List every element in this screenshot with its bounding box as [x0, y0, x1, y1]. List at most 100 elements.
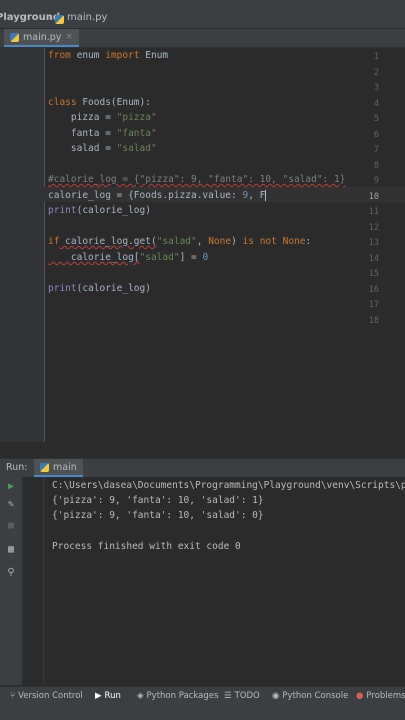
line-number: 16	[368, 285, 379, 295]
code-editor[interactable]: 1 2 3 4 5 6 7 8 9 10 11 12 13 14 15 16 1…	[0, 48, 405, 442]
code-text: :	[305, 236, 312, 247]
python-file-icon	[10, 32, 19, 42]
run-button-label: Run	[104, 691, 121, 701]
pin-icon[interactable]: ⚲	[5, 567, 17, 579]
tool-window-bar: ⑂ Version Control ▶ Run ◈ Python Packages ☰…	[0, 686, 405, 707]
line-number-gutter	[0, 48, 45, 442]
string-literal: "salad"	[116, 143, 157, 154]
code-line-7[interactable]: salad = "salad"	[48, 143, 157, 154]
console-toolbar: ↑ ↓ ≡ ⇊ ⎙ 🗑	[23, 477, 63, 685]
run-button[interactable]: ▶ Run	[95, 691, 121, 701]
line-number: 14	[368, 254, 379, 264]
line-number: 6	[373, 130, 379, 140]
code-text: )	[231, 236, 243, 247]
list-icon: ☰	[224, 691, 232, 701]
line-number-current: 10	[368, 192, 379, 202]
play-icon: ▶	[95, 691, 102, 701]
code-line-4[interactable]: class Foods(Enum):	[48, 97, 151, 108]
line-number: 9	[373, 176, 379, 186]
todo-label: TODO	[234, 691, 260, 701]
problems-icon: ●	[356, 691, 364, 701]
python-packages-button[interactable]: ◈ Python Packages	[137, 691, 218, 701]
string-literal: "fanta"	[116, 128, 157, 139]
code-line-6[interactable]: fanta = "fanta"	[48, 128, 157, 139]
string-literal: "pizza"	[116, 112, 157, 123]
problems-button[interactable]: ● Problems	[356, 691, 405, 701]
run-tool-window-header: Run: main	[0, 458, 405, 477]
comment: #calorie_log = {"pizza": 9, "fanta": 10,…	[48, 174, 346, 185]
builtin-print: print	[48, 283, 77, 294]
code-line-9[interactable]: #calorie_log = {"pizza": 9, "fanta": 10,…	[48, 174, 345, 185]
code-text: , F	[248, 190, 266, 201]
code-text: ,	[196, 236, 209, 247]
tab-main-py[interactable]: main.py ×	[4, 29, 79, 47]
wrench-icon[interactable]: ✎	[5, 499, 17, 511]
console-line-exit: Process finished with exit code 0	[52, 541, 241, 552]
version-control-label: Version Control	[18, 691, 83, 701]
code-line-5[interactable]: pizza = "pizza"	[48, 112, 157, 123]
navigation-bar: Playground › main.py	[0, 11, 405, 29]
code-line-1[interactable]: from enum import Enum	[48, 50, 168, 61]
keyword-none: None	[208, 236, 232, 247]
line-number: 4	[373, 99, 379, 109]
code-line-14[interactable]: calorie_log["salad"] = 0	[48, 252, 208, 263]
line-number: 1	[373, 52, 379, 62]
layout-icon[interactable]: ▦	[5, 544, 17, 556]
keyword-import: import	[105, 50, 140, 61]
python-console-button[interactable]: ◉ Python Console	[272, 691, 348, 701]
module-name: enum	[70, 50, 106, 61]
python-packages-label: Python Packages	[146, 691, 219, 701]
python-console-label: Python Console	[282, 691, 349, 701]
branch-icon: ⑂	[10, 691, 16, 701]
version-control-button[interactable]: ⑂ Version Control	[10, 691, 83, 701]
run-tab-label: main	[53, 461, 77, 473]
breadcrumb-file[interactable]: main.py	[67, 12, 107, 23]
string-literal: "salad"	[156, 236, 197, 247]
number-literal: 0	[202, 252, 209, 263]
line-number: 15	[368, 269, 379, 279]
close-icon[interactable]: ×	[65, 32, 73, 42]
todo-button[interactable]: ☰ TODO	[224, 691, 260, 701]
line-number: 11	[368, 207, 379, 217]
console-icon: ◉	[272, 691, 280, 701]
builtin-print: print	[48, 205, 77, 216]
line-number: 2	[373, 68, 379, 78]
editor-tab-bar: main.py ×	[0, 29, 405, 48]
console-line-output: {'pizza': 9, 'fanta': 10, 'salad': 0}	[52, 510, 264, 521]
line-number: 18	[368, 316, 379, 326]
keyword-is-not: is not	[242, 236, 277, 247]
console-output[interactable]: C:\Users\dasea\Documents\Programming\Pla…	[44, 477, 405, 685]
keyword-from: from	[48, 50, 71, 61]
line-number: 3	[373, 83, 379, 93]
packages-icon: ◈	[137, 691, 144, 701]
class-declaration: Foods(Enum):	[76, 97, 151, 108]
stop-icon[interactable]: ■	[5, 520, 17, 532]
tab-label: main.py	[23, 31, 62, 43]
code-line-13[interactable]: if calorie_log.get("salad", None) is not…	[48, 236, 311, 247]
breadcrumb-separator: ›	[48, 12, 52, 23]
run-toolbar: ▶ ✎ ■ ▦ ⚲	[0, 477, 23, 685]
status-bar	[0, 707, 405, 720]
console-line-command: C:\Users\dasea\Documents\Programming\Pla…	[52, 480, 405, 491]
line-number: 7	[373, 145, 379, 155]
line-number: 8	[373, 161, 379, 171]
python-file-icon	[55, 15, 64, 24]
line-number: 5	[373, 114, 379, 124]
attribute-name: salad =	[48, 143, 117, 154]
code-line-10[interactable]: calorie_log = {Foods.pizza.value: 9, F	[48, 190, 267, 201]
line-number: 17	[368, 300, 379, 310]
code-line-11[interactable]: print(calorie_log)	[48, 205, 151, 216]
menu-bar	[0, 0, 405, 11]
keyword-if: if	[48, 236, 60, 247]
text-caret	[265, 190, 267, 201]
import-name: Enum	[139, 50, 169, 61]
string-literal: "salad"	[139, 252, 180, 263]
rerun-icon[interactable]: ▶	[5, 481, 17, 493]
code-text: calorie_log.get(	[59, 236, 157, 247]
run-label: Run:	[6, 462, 28, 473]
code-text: calorie_log = {Foods.pizza.value:	[48, 190, 243, 201]
line-number: 13	[368, 238, 379, 248]
attribute-name: fanta =	[48, 128, 117, 139]
run-tab-main[interactable]: main	[34, 459, 83, 477]
code-line-16[interactable]: print(calorie_log)	[48, 283, 151, 294]
